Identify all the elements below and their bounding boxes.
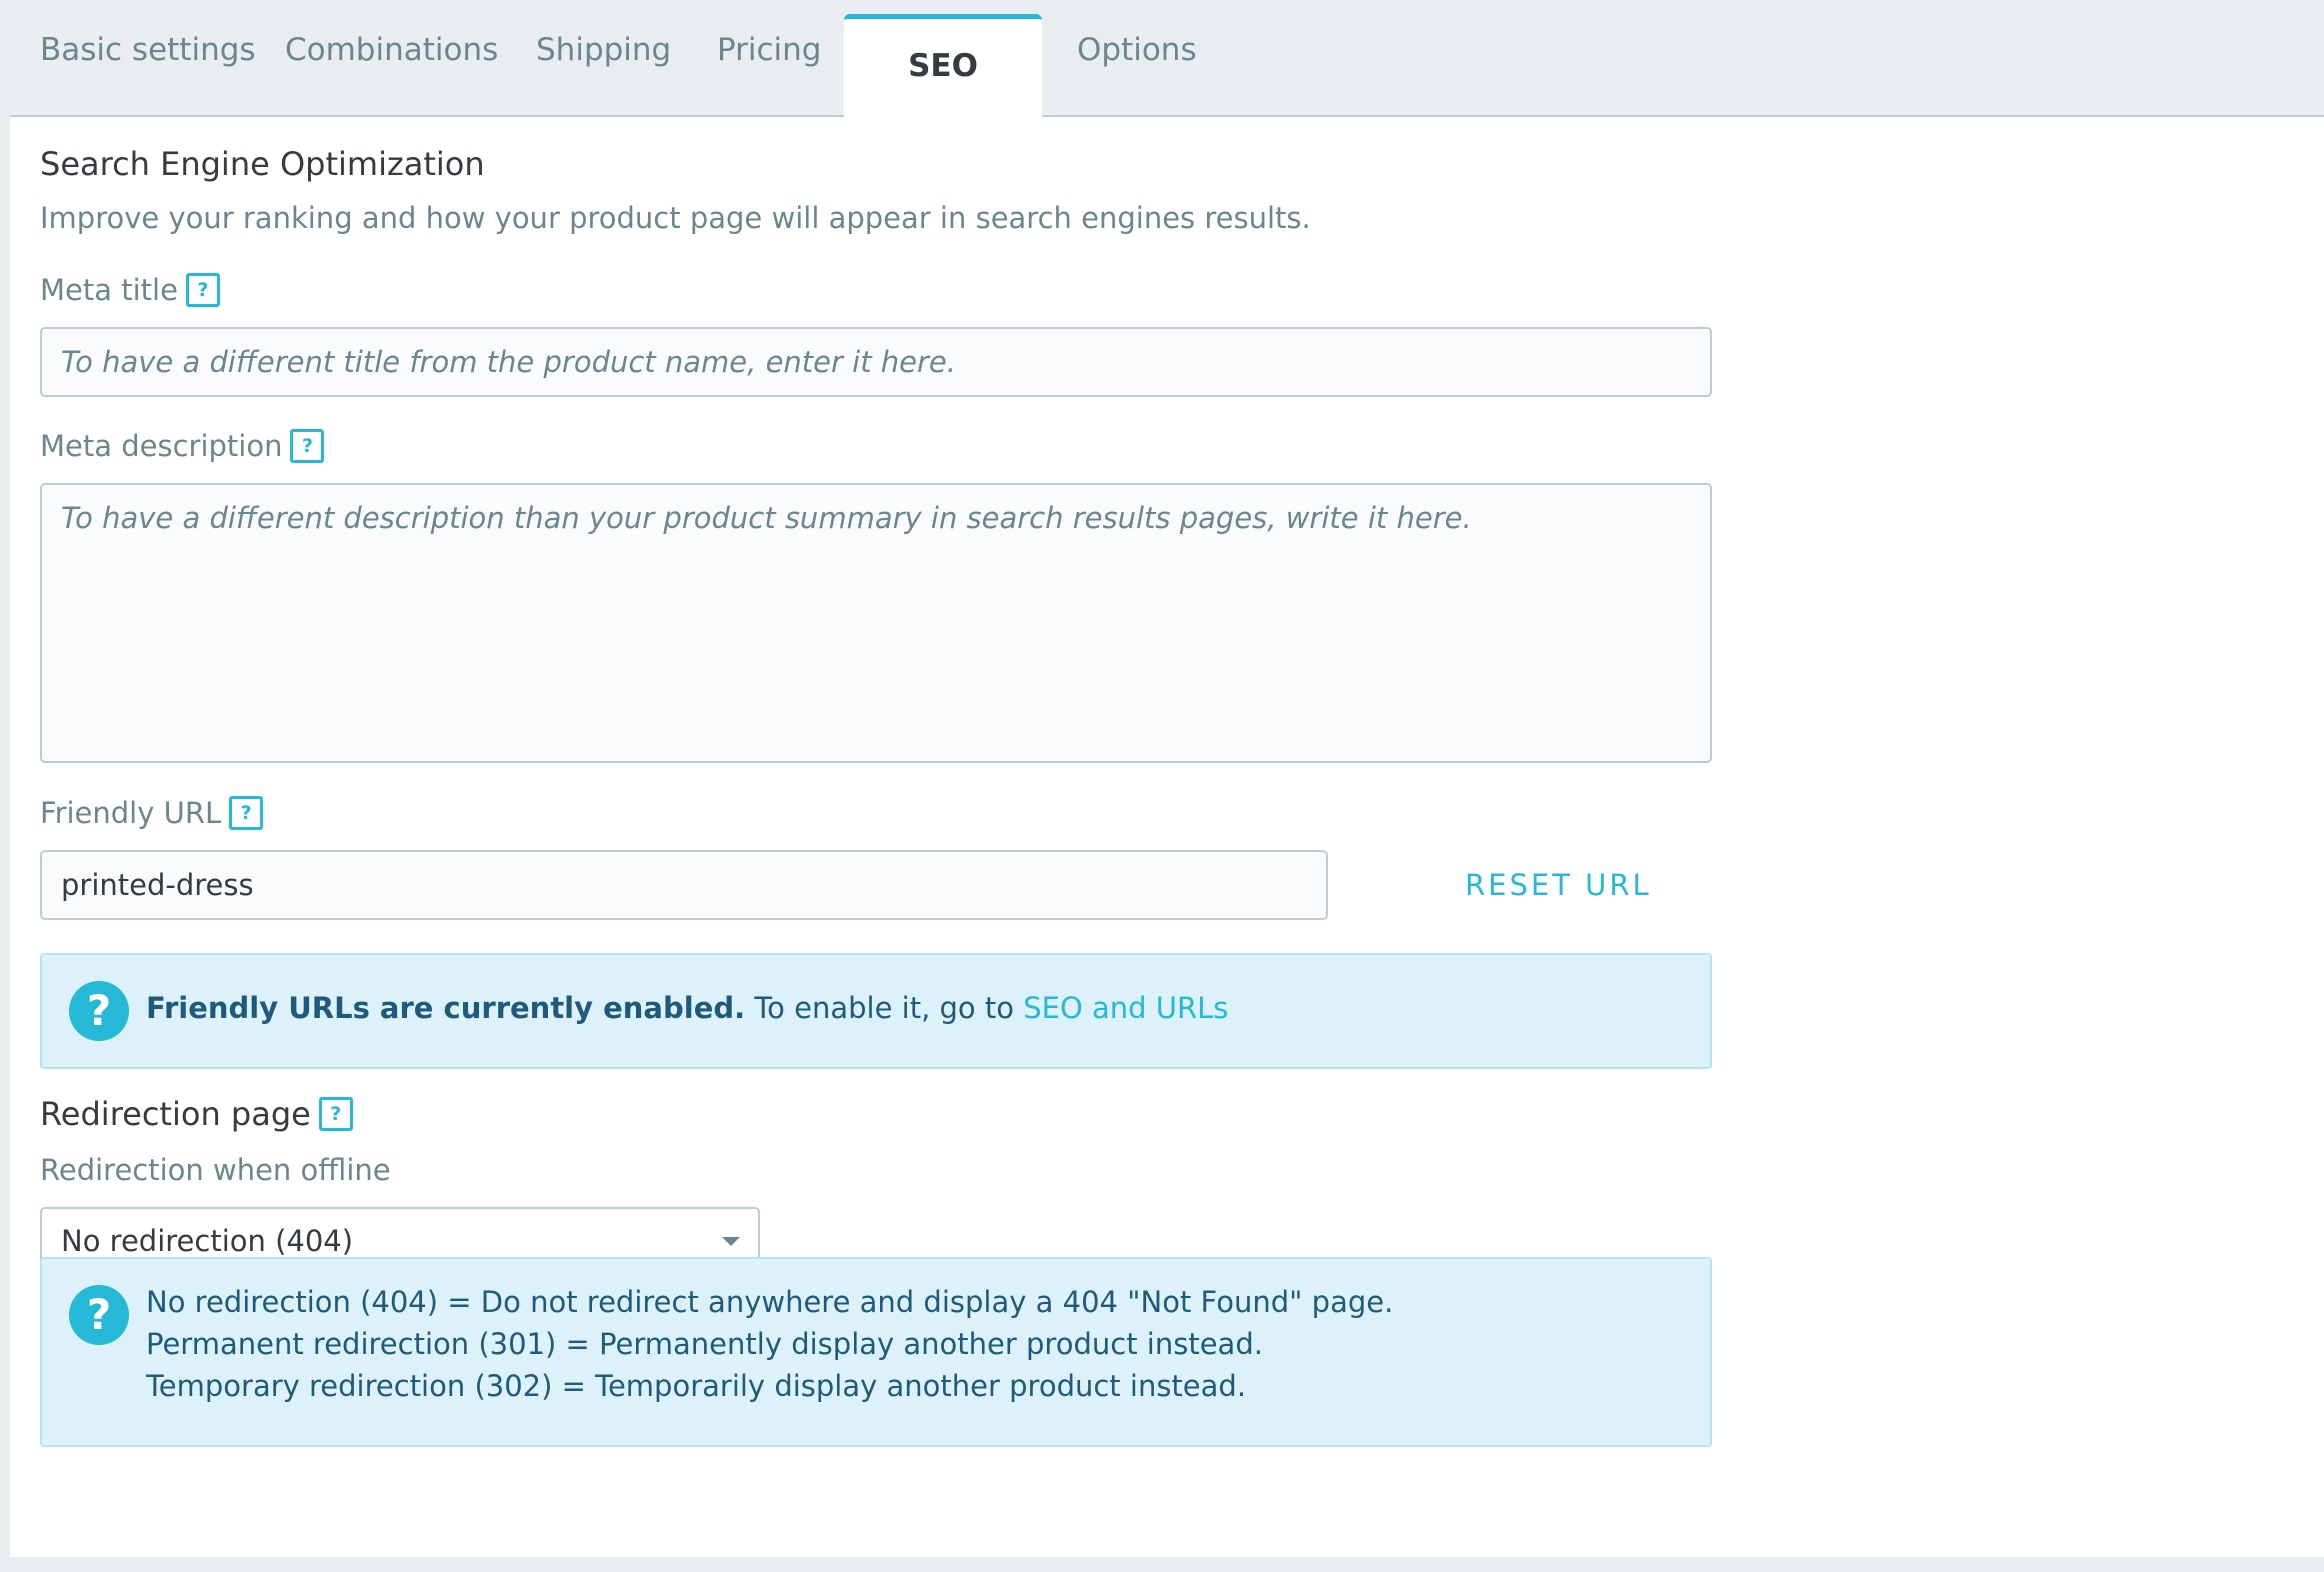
seo-panel: Search Engine Optimization Improve your …	[10, 115, 2324, 1557]
redirection-info-text: No redirection (404) = Do not redirect a…	[146, 1281, 1393, 1407]
tab-combinations[interactable]: Combinations	[285, 0, 498, 100]
info-line-404: No redirection (404) = Do not redirect a…	[146, 1285, 1394, 1319]
tab-pricing[interactable]: Pricing	[717, 0, 822, 100]
info-line-301: Permanent redirection (301) = Permanentl…	[146, 1327, 1263, 1361]
friendly-url-alert: ? Friendly URLs are currently enabled. T…	[40, 953, 1712, 1069]
redirection-heading: Redirection page	[40, 1095, 311, 1133]
meta-title-label: Meta title	[40, 273, 178, 307]
reset-url-button[interactable]: RESET URL	[1465, 868, 1652, 902]
meta-description-textarea[interactable]	[40, 483, 1712, 763]
meta-title-label-row: Meta title ?	[40, 273, 220, 307]
tab-basic-settings[interactable]: Basic settings	[40, 0, 256, 100]
meta-description-label: Meta description	[40, 429, 283, 463]
seo-and-urls-link[interactable]: SEO and URLs	[1023, 991, 1228, 1025]
question-icon: ?	[69, 981, 129, 1041]
friendly-url-label-row: Friendly URL ?	[40, 796, 264, 830]
redirection-info-alert: ? No redirection (404) = Do not redirect…	[40, 1257, 1712, 1447]
alert-bold-text: Friendly URLs are currently enabled.	[146, 991, 746, 1025]
question-icon: ?	[69, 1285, 129, 1345]
redirection-heading-row: Redirection page ?	[40, 1095, 353, 1133]
redirection-selected-value: No redirection (404)	[61, 1224, 354, 1258]
help-icon[interactable]: ?	[229, 796, 264, 830]
friendly-url-input[interactable]	[40, 850, 1328, 920]
meta-title-input[interactable]	[40, 327, 1712, 397]
tab-seo[interactable]: SEO	[844, 14, 1042, 117]
alert-text: To enable it, go to	[745, 991, 1024, 1025]
help-icon[interactable]: ?	[185, 273, 220, 307]
meta-description-label-row: Meta description ?	[40, 429, 325, 463]
friendly-url-label: Friendly URL	[40, 796, 222, 830]
redirection-offline-label: Redirection when offline	[40, 1153, 391, 1187]
info-line-302: Temporary redirection (302) = Temporaril…	[146, 1369, 1247, 1403]
section-title: Search Engine Optimization	[40, 145, 485, 183]
friendly-url-alert-text: Friendly URLs are currently enabled. To …	[146, 991, 1228, 1025]
help-icon[interactable]: ?	[318, 1097, 353, 1131]
caret-down-icon	[722, 1237, 740, 1246]
section-subtitle: Improve your ranking and how your produc…	[40, 201, 1311, 235]
tab-options[interactable]: Options	[1077, 0, 1197, 100]
help-icon[interactable]: ?	[290, 429, 325, 463]
product-tabs: Basic settings Combinations Shipping Pri…	[10, 0, 2324, 117]
tab-shipping[interactable]: Shipping	[536, 0, 671, 100]
